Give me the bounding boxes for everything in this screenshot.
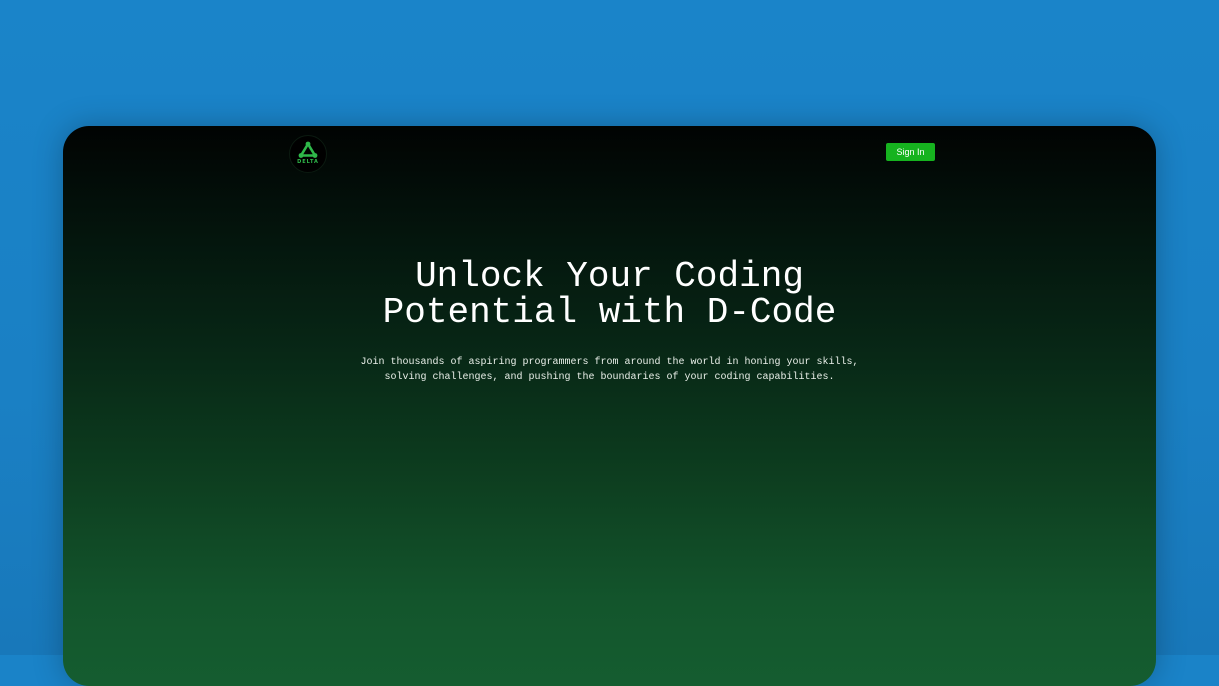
hero-subtitle: Join thousands of aspiring programmers f…: [360, 357, 859, 383]
browser-window: DELTA Sign In Unlock Your Coding Potenti…: [63, 126, 1156, 686]
logo-text: DELTA: [297, 158, 319, 165]
hero-title: Unlock Your Coding Potential with D-Code: [63, 259, 1156, 331]
delta-logo[interactable]: DELTA: [289, 135, 327, 173]
sign-in-button[interactable]: Sign In: [886, 143, 935, 161]
delta-triangle-icon: [298, 141, 318, 158]
hero-title-line-1: Unlock Your Coding: [415, 256, 804, 297]
hero-title-line-2: Potential with D-Code: [382, 292, 837, 333]
